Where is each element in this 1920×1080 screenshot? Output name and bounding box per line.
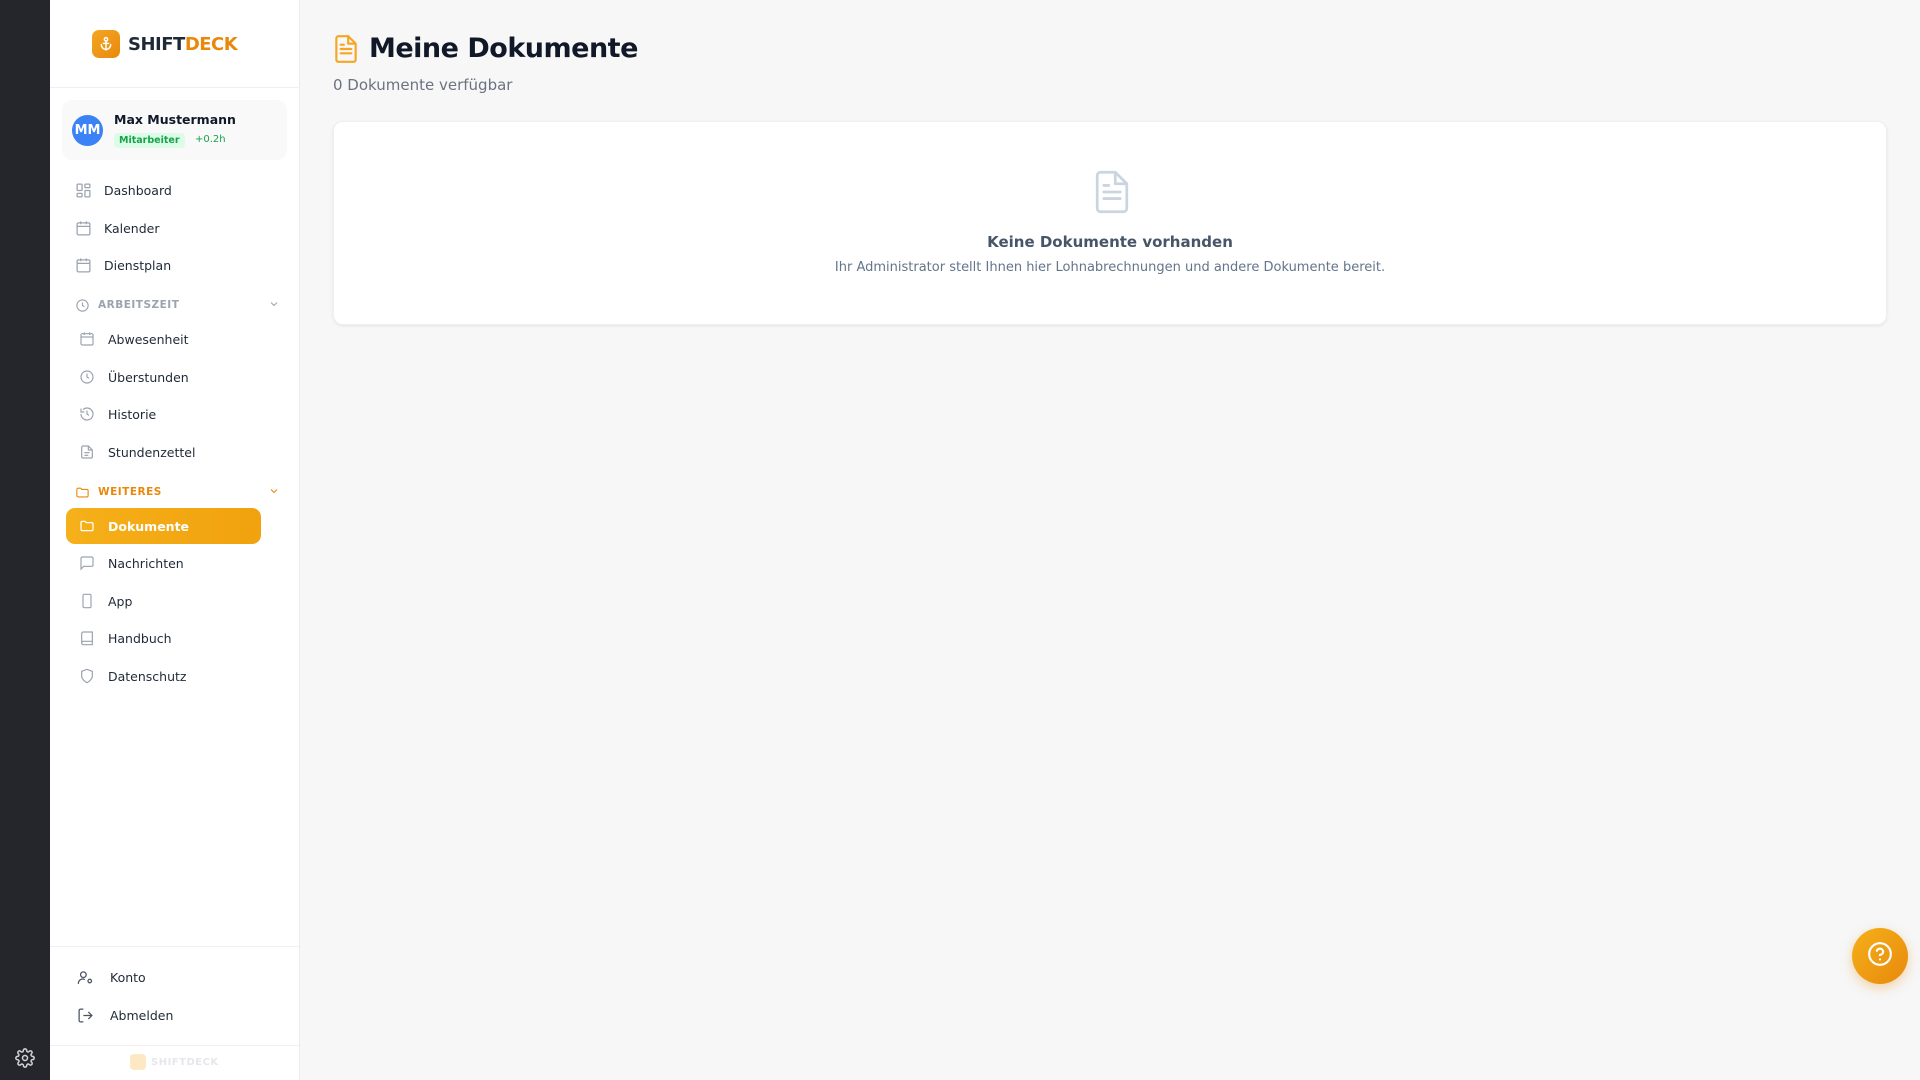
section-weiteres[interactable]: WEITERES — [74, 484, 284, 500]
settings-gear-icon[interactable] — [15, 1048, 35, 1068]
calendar-icon — [78, 330, 96, 348]
sidebar-item-label: Abmelden — [110, 1007, 174, 1023]
document-count: 0 Dokumente verfügbar — [333, 76, 513, 94]
brand-logo[interactable]: SHIFTDECK — [92, 30, 238, 58]
page-heading: Meine Dokumente — [369, 33, 638, 64]
page-title: Meine Dokumente — [333, 33, 638, 64]
section-label: ARBEITSZEIT — [98, 299, 180, 311]
message-icon — [78, 554, 96, 572]
sidebar-item-dokumente[interactable]: Dokumente — [66, 508, 261, 544]
sidebar-item-label: Kalender — [104, 220, 160, 236]
overtime-balance: +0.2h — [195, 134, 226, 145]
file-text-icon — [333, 34, 359, 64]
history-icon — [78, 405, 96, 423]
sidebar-item-label: Historie — [108, 406, 157, 422]
chevron-down-icon[interactable] — [268, 298, 282, 312]
user-card[interactable]: MM Max Mustermann Mitarbeiter +0.2h — [62, 100, 287, 160]
divider — [50, 87, 299, 88]
sidebar-item-abwesenheit[interactable]: Abwesenheit — [78, 330, 189, 348]
divider — [50, 946, 299, 947]
file-text-icon — [1092, 169, 1132, 215]
sidebar-item-label: Datenschutz — [108, 668, 187, 684]
user-name: Max Mustermann — [114, 112, 236, 127]
divider — [50, 1045, 299, 1046]
book-icon — [78, 629, 96, 647]
empty-state-title: Keine Dokumente vorhanden — [987, 233, 1233, 251]
calendar-icon — [74, 219, 92, 237]
sidebar-item-label: Dashboard — [104, 182, 172, 198]
sidebar-item-label: Stundenzettel — [108, 444, 196, 460]
dashboard-grid-icon — [74, 181, 92, 199]
logout-icon — [76, 1006, 94, 1024]
sidebar-item-ueberstunden[interactable]: Überstunden — [78, 368, 189, 386]
user-cog-icon — [76, 968, 94, 986]
sidebar-item-historie[interactable]: Historie — [78, 405, 156, 423]
role-badge: Mitarbeiter — [114, 133, 185, 148]
sidebar-item-label: Konto — [110, 969, 146, 985]
calendar-icon — [74, 256, 92, 274]
sidebar-item-dienstplan[interactable]: Dienstplan — [74, 256, 171, 274]
avatar: MM — [72, 115, 103, 146]
sidebar-item-label: Abwesenheit — [108, 331, 189, 347]
section-label: WEITERES — [98, 486, 162, 498]
anchor-logo-icon — [130, 1054, 146, 1070]
sidebar-item-abmelden[interactable]: Abmelden — [76, 1006, 173, 1024]
empty-state-description: Ihr Administrator stellt Ihnen hier Lohn… — [834, 260, 1386, 275]
sidebar-item-datenschutz[interactable]: Datenschutz — [78, 667, 187, 685]
brand-name: SHIFTDECK — [128, 33, 238, 55]
shield-icon — [78, 667, 96, 685]
footer-logo: SHIFTDECK — [130, 1054, 219, 1070]
sidebar: SHIFTDECK MM Max Mustermann Mitarbeiter … — [50, 0, 300, 1080]
sidebar-item-label: App — [108, 593, 133, 609]
sidebar-item-nachrichten[interactable]: Nachrichten — [78, 554, 184, 572]
folder-icon — [74, 484, 90, 500]
help-circle-icon — [1867, 941, 1893, 971]
sidebar-item-label: Handbuch — [108, 630, 172, 646]
sidebar-item-handbuch[interactable]: Handbuch — [78, 629, 172, 647]
sidebar-item-konto[interactable]: Konto — [76, 968, 146, 986]
clock-icon — [78, 368, 96, 386]
clock-icon — [74, 297, 90, 313]
sidebar-item-app[interactable]: App — [78, 592, 132, 610]
sidebar-item-stundenzettel[interactable]: Stundenzettel — [78, 443, 195, 461]
sidebar-item-kalender[interactable]: Kalender — [74, 219, 160, 237]
app-rail — [0, 0, 50, 1080]
folder-icon — [78, 517, 96, 535]
sidebar-item-label: Nachrichten — [108, 555, 184, 571]
sidebar-item-dashboard[interactable]: Dashboard — [74, 181, 172, 199]
file-text-icon — [78, 443, 96, 461]
sidebar-item-label: Dokumente — [108, 518, 190, 534]
sidebar-item-label: Dienstplan — [104, 257, 172, 273]
anchor-logo-icon — [92, 30, 120, 58]
help-button[interactable] — [1852, 928, 1908, 984]
documents-empty-state: Keine Dokumente vorhanden Ihr Administra… — [333, 121, 1887, 325]
sidebar-item-label: Überstunden — [108, 369, 189, 385]
section-arbeitszeit[interactable]: ARBEITSZEIT — [74, 297, 284, 313]
chevron-down-icon[interactable] — [268, 485, 282, 499]
smartphone-icon — [78, 592, 96, 610]
